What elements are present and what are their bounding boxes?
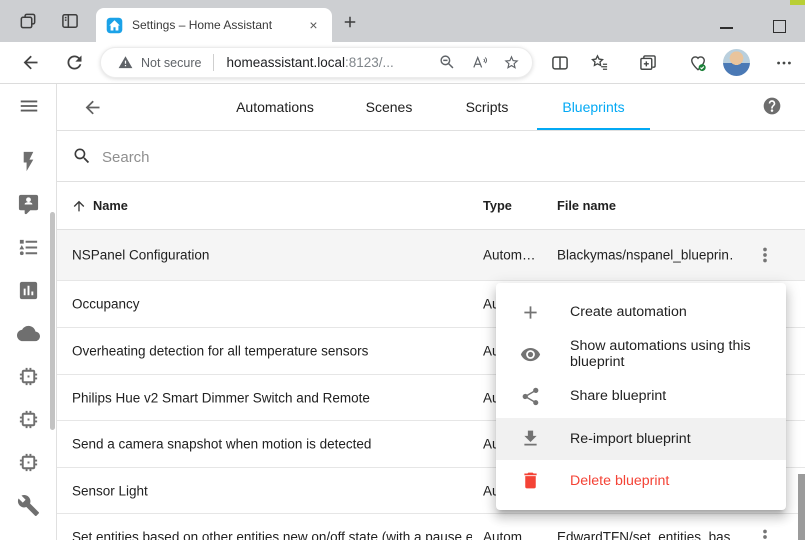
eye-icon	[520, 344, 541, 365]
favorites-icon[interactable]	[590, 53, 610, 73]
search-input[interactable]	[100, 131, 754, 183]
page-scrollbar-thumb[interactable]	[798, 474, 805, 540]
not-secure-warning-icon[interactable]	[118, 55, 133, 70]
plus-icon	[520, 302, 541, 323]
tab-actions-icon[interactable]	[18, 11, 38, 31]
profile-avatar[interactable]	[723, 49, 750, 76]
row-name: NSPanel Configuration	[72, 248, 209, 263]
tab-strip: Settings – Home Assistant ×	[0, 0, 805, 42]
row-overflow-menu-icon[interactable]	[753, 525, 777, 540]
search-bar	[57, 131, 805, 182]
menu-item-show-automations[interactable]: Show automations using this blueprint	[496, 333, 786, 375]
row-name: Philips Hue v2 Smart Dimmer Switch and R…	[72, 390, 370, 405]
menu-item-label: Re-import blueprint	[570, 431, 691, 447]
menu-item-label: Show automations using this blueprint	[570, 338, 786, 370]
column-header-type[interactable]: Type	[483, 182, 512, 230]
trash-icon	[520, 470, 541, 491]
menu-item-delete-blueprint[interactable]: Delete blueprint	[496, 460, 786, 502]
menu-item-label: Create automation	[570, 304, 687, 320]
sidebar-energy-flash-icon[interactable]	[17, 150, 40, 173]
menu-item-create-automation[interactable]: Create automation	[496, 291, 786, 333]
row-file: EdwardTFN/set_entities_bas…	[557, 530, 735, 540]
row-type: Autom…	[483, 530, 536, 540]
row-name: Send a camera snapshot when motion is de…	[72, 437, 371, 452]
column-header-name[interactable]: Name	[93, 182, 128, 230]
table-row[interactable]: Set entities based on other entities new…	[57, 514, 805, 540]
tab-close-icon[interactable]: ×	[305, 17, 322, 34]
tab-scripts[interactable]: Scripts	[437, 84, 537, 131]
menu-hamburger-icon[interactable]	[18, 95, 40, 117]
row-overflow-menu-icon[interactable]	[753, 243, 777, 267]
tab-automations[interactable]: Automations	[215, 84, 335, 131]
browser-essentials-icon[interactable]	[688, 53, 708, 73]
split-screen-icon[interactable]	[550, 53, 570, 73]
row-context-menu: Create automation Show automations using…	[496, 283, 786, 510]
ha-sidebar	[0, 84, 57, 540]
share-icon	[520, 386, 541, 407]
sidebar-tools-wrench-icon[interactable]	[17, 494, 40, 517]
row-name: Sensor Light	[72, 483, 148, 498]
browser-toolbar: Not secure homeassistant.local :8123/...	[0, 42, 805, 84]
row-type: Autom…	[483, 248, 536, 263]
url-host: homeassistant.local	[226, 55, 345, 70]
sidebar-history-chart-icon[interactable]	[17, 279, 40, 302]
background-sliver	[790, 0, 805, 5]
menu-item-share-blueprint[interactable]: Share blueprint	[496, 375, 786, 417]
ha-header: Automations Scenes Scripts Blueprints	[57, 84, 805, 131]
sort-arrow-up-icon[interactable]	[71, 198, 87, 214]
sidebar-todo-list-icon[interactable]	[17, 236, 40, 259]
maximize-button[interactable]	[773, 20, 786, 33]
more-options-icon[interactable]	[774, 53, 794, 73]
sidebar-device-chip-icon-2[interactable]	[17, 408, 40, 431]
collections-icon[interactable]	[638, 53, 658, 73]
browser-window: Settings – Home Assistant × Not secure h…	[0, 0, 805, 540]
sidebar-scrollbar-thumb[interactable]	[50, 212, 55, 430]
read-aloud-icon[interactable]	[471, 54, 488, 71]
download-icon	[520, 428, 541, 449]
minimize-button[interactable]	[720, 27, 733, 29]
sidebar-device-chip-icon-3[interactable]	[17, 451, 40, 474]
refresh-icon[interactable]	[64, 52, 85, 73]
sidebar-assist-icon[interactable]	[17, 193, 40, 216]
tab-scenes[interactable]: Scenes	[339, 84, 439, 131]
sidebar-cloud-icon[interactable]	[17, 322, 40, 345]
browser-tab[interactable]: Settings – Home Assistant ×	[96, 8, 332, 42]
tab-title: Settings – Home Assistant	[132, 18, 305, 32]
column-header-file[interactable]: File name	[557, 182, 616, 230]
zoom-out-icon[interactable]	[439, 54, 456, 71]
row-name: Occupancy	[72, 297, 140, 312]
row-name: Overheating detection for all temperatur…	[72, 344, 368, 359]
vertical-tabs-icon[interactable]	[60, 11, 80, 31]
table-header: Name Type File name	[57, 182, 805, 230]
new-tab-icon[interactable]	[341, 13, 359, 31]
tab-blueprints[interactable]: Blueprints	[537, 84, 650, 131]
menu-item-label: Share blueprint	[570, 388, 666, 404]
table-row[interactable]: NSPanel Configuration Autom… Blackymas/n…	[57, 230, 805, 281]
url-suffix: :8123/...	[345, 55, 394, 70]
favorite-star-icon[interactable]	[503, 54, 520, 71]
ha-back-arrow-icon[interactable]	[82, 97, 103, 118]
row-name: Set entities based on other entities new…	[72, 530, 472, 540]
address-bar[interactable]: Not secure homeassistant.local :8123/...	[100, 47, 533, 78]
security-label: Not secure	[141, 56, 201, 70]
search-icon	[72, 146, 92, 166]
menu-item-label: Delete blueprint	[570, 473, 669, 489]
back-icon[interactable]	[20, 52, 41, 73]
sidebar-device-chip-icon-1[interactable]	[17, 365, 40, 388]
address-divider	[213, 54, 214, 71]
row-file: Blackymas/nspanel_blueprin…	[557, 248, 735, 263]
home-assistant-favicon	[106, 17, 123, 34]
menu-item-reimport-blueprint[interactable]: Re-import blueprint	[496, 418, 786, 460]
active-tab-underline	[537, 128, 650, 130]
help-icon[interactable]	[762, 96, 782, 116]
